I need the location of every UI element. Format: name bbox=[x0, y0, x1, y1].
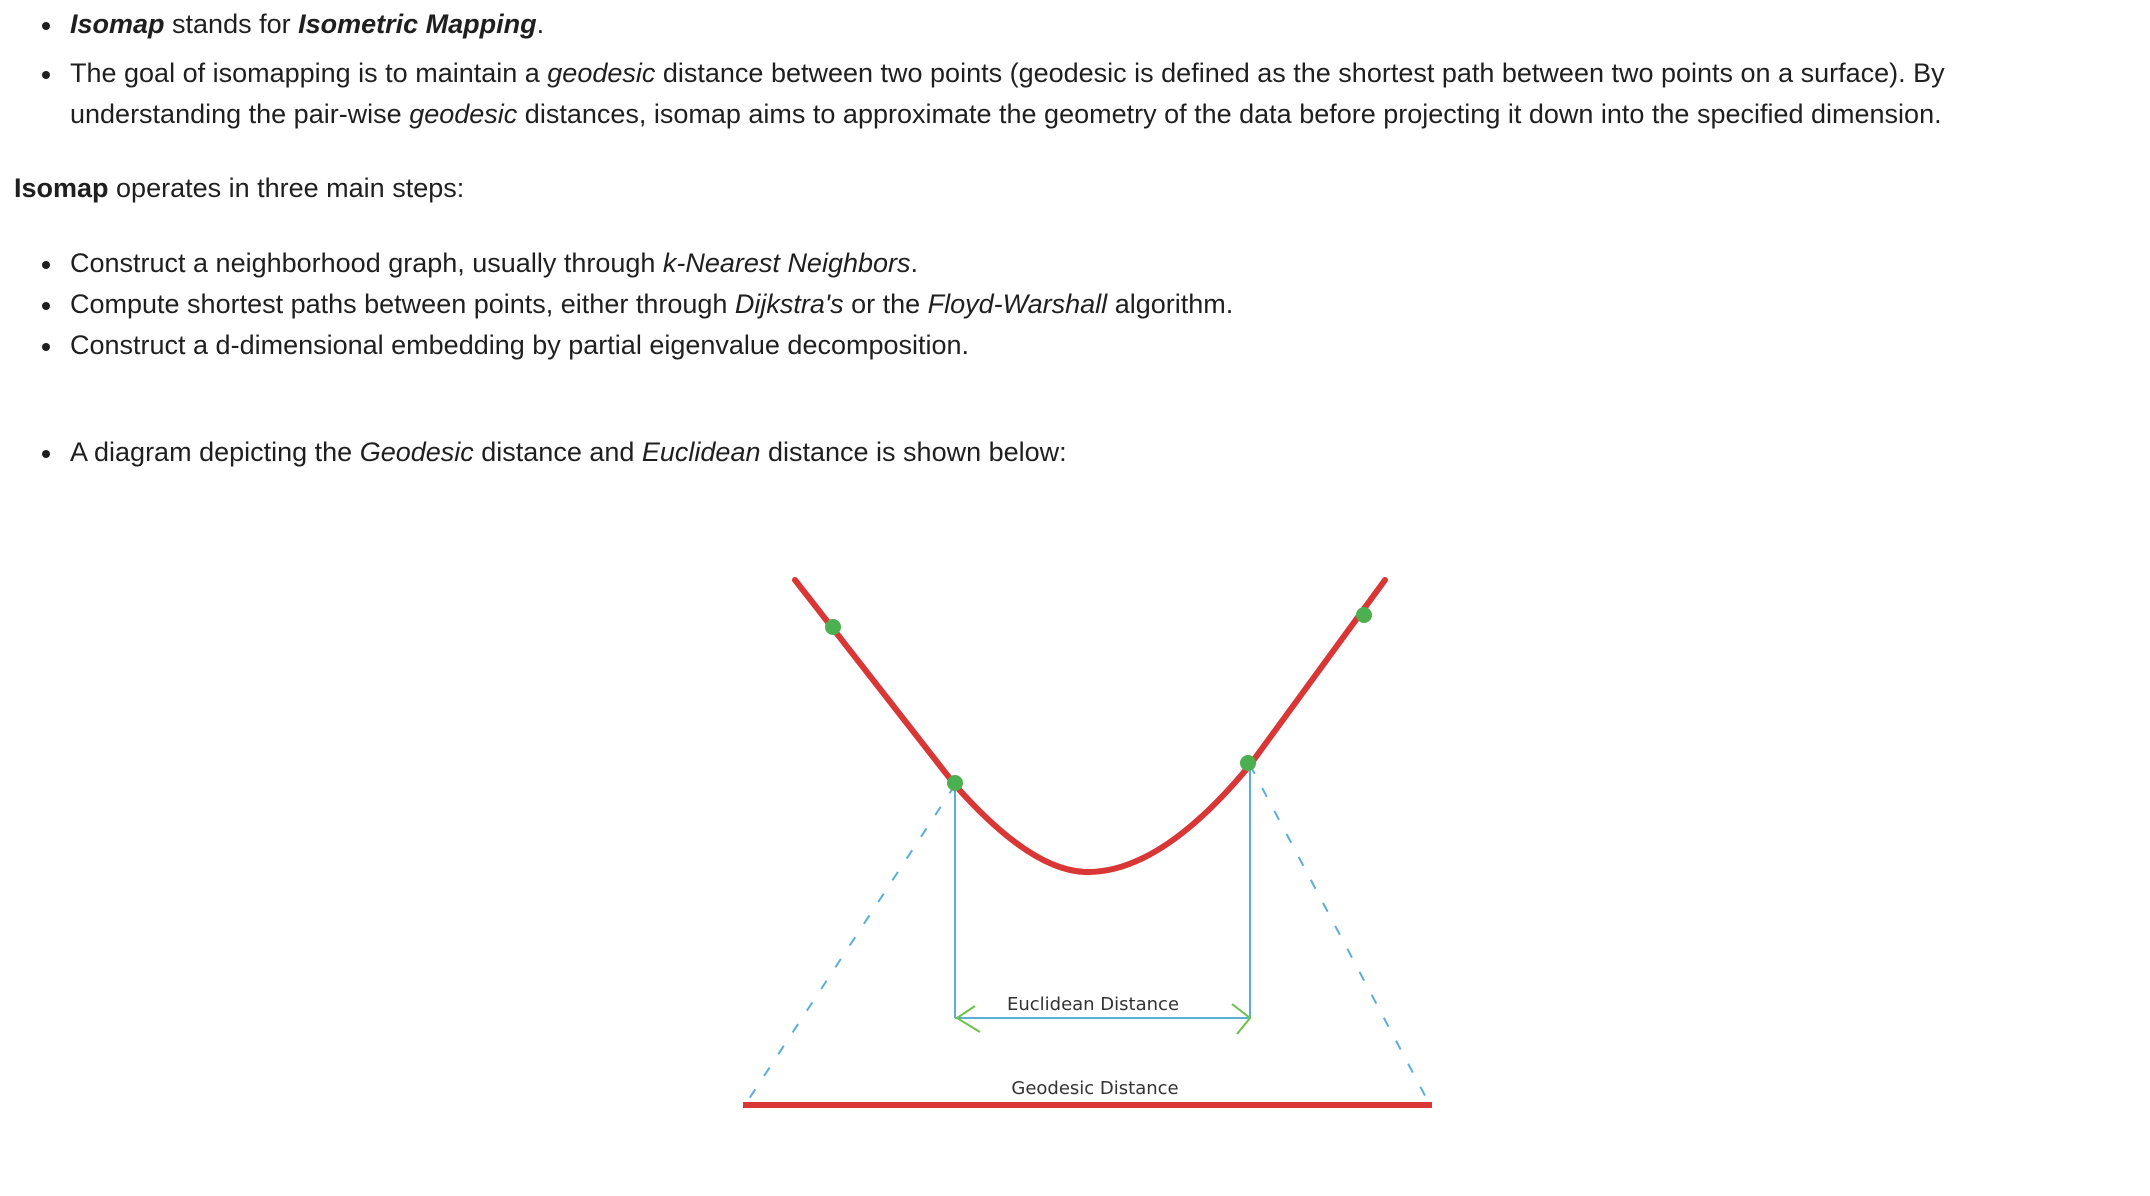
text-span: Construct a d-dimensional embedding by p… bbox=[70, 330, 970, 360]
step-item-1: Construct a neighborhood graph, usually … bbox=[0, 243, 2100, 284]
euclidean-left-arrow bbox=[955, 1005, 981, 1033]
term-geodesic: Geodesic bbox=[359, 437, 474, 467]
data-point bbox=[1240, 755, 1256, 771]
data-point bbox=[1356, 607, 1372, 623]
text-span: operates in three main steps: bbox=[108, 173, 465, 203]
text-span: Compute shortest paths between points, e… bbox=[70, 289, 735, 319]
term-geodesic: geodesic bbox=[409, 99, 518, 129]
term-geodesic: geodesic bbox=[547, 58, 656, 88]
term-isometric-mapping: Isometric Mapping bbox=[298, 9, 537, 39]
text-span: A diagram depicting the bbox=[70, 437, 360, 467]
text-span: distances, isomap aims to approximate th… bbox=[517, 99, 1942, 129]
geodesic-distance-label: Geodesic Distance bbox=[1011, 1078, 1178, 1099]
text-span: distance and bbox=[473, 437, 642, 467]
text-span: algorithm. bbox=[1107, 289, 1234, 319]
term-isomap: Isomap bbox=[70, 9, 165, 39]
step-item-2: Compute shortest paths between points, e… bbox=[0, 284, 2100, 325]
term-isomap: Isomap bbox=[14, 173, 109, 203]
text-span: or the bbox=[843, 289, 928, 319]
data-point bbox=[947, 775, 963, 791]
text-span: distance is shown below: bbox=[760, 437, 1067, 467]
intro-bullet-isomap-definition: Isomap stands for Isometric Mapping. bbox=[0, 4, 2100, 45]
left-dashed-guide bbox=[744, 784, 956, 1106]
term-euclidean: Euclidean bbox=[641, 437, 761, 467]
text-span: The goal of isomapping is to maintain a bbox=[70, 58, 548, 88]
text-span: Construct a neighborhood graph, usually … bbox=[70, 248, 663, 278]
term-dijkstra: Dijkstra's bbox=[734, 289, 844, 319]
diagram-intro-list: A diagram depicting the Geodesic distanc… bbox=[0, 432, 2100, 473]
euclidean-right-arrow bbox=[1231, 1003, 1252, 1035]
intro-bullet-goal: The goal of isomapping is to maintain a … bbox=[0, 53, 2100, 135]
text-span: . bbox=[910, 248, 919, 278]
euclidean-distance-label: Euclidean Distance bbox=[1007, 994, 1179, 1015]
right-dashed-guide bbox=[1249, 764, 1431, 1106]
diagram-intro-bullet: A diagram depicting the Geodesic distanc… bbox=[0, 432, 2100, 473]
text-span: . bbox=[536, 9, 545, 39]
term-floyd-warshall: Floyd-Warshall bbox=[927, 289, 1108, 319]
step-item-3: Construct a d-dimensional embedding by p… bbox=[0, 325, 2100, 366]
term-knn: k-Nearest Neighbors bbox=[662, 248, 911, 278]
manifold-curve bbox=[792, 577, 1388, 876]
steps-heading: Isomap operates in three main steps: bbox=[14, 168, 464, 209]
steps-list: Construct a neighborhood graph, usually … bbox=[0, 243, 2100, 366]
intro-bullet-list: Isomap stands for Isometric Mapping. The… bbox=[0, 4, 2100, 135]
data-point bbox=[825, 619, 841, 635]
text-span: stands for bbox=[164, 9, 299, 39]
